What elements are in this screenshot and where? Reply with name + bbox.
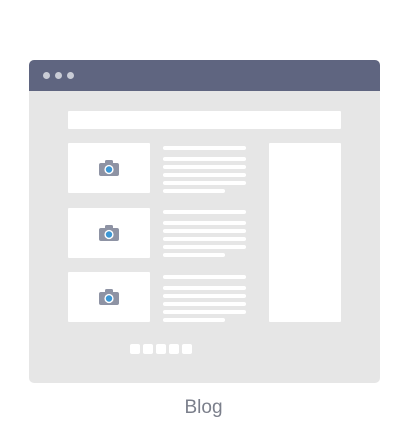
post-text-line — [163, 302, 246, 306]
window-dot-icon[interactable] — [43, 72, 50, 79]
window-dot-icon[interactable] — [55, 72, 62, 79]
post-text-line — [163, 173, 246, 177]
post-thumbnail[interactable] — [68, 143, 150, 193]
post-text-line — [163, 157, 246, 161]
pagination-item[interactable] — [143, 344, 153, 354]
post-thumbnail[interactable] — [68, 208, 150, 258]
window-dot-icon[interactable] — [67, 72, 74, 79]
camera-icon — [99, 160, 119, 176]
camera-icon — [99, 225, 119, 241]
camera-icon — [99, 289, 119, 305]
post-text-line — [163, 181, 246, 185]
browser-window — [29, 60, 380, 383]
post-text-line — [163, 237, 246, 241]
window-titlebar — [29, 60, 380, 91]
blog-header-placeholder — [68, 111, 341, 129]
pagination-item[interactable] — [182, 344, 192, 354]
post-text-line — [163, 253, 225, 257]
pagination-item[interactable] — [156, 344, 166, 354]
post-text-line — [163, 294, 246, 298]
sidebar-placeholder — [269, 143, 341, 322]
post-text-line — [163, 189, 225, 193]
pagination-item[interactable] — [130, 344, 140, 354]
post-text-line — [163, 229, 246, 233]
pagination-item[interactable] — [169, 344, 179, 354]
post-title-line — [163, 146, 246, 150]
post-title-line — [163, 275, 246, 279]
post-title-line — [163, 210, 246, 214]
post-text-line — [163, 221, 246, 225]
post-text-line — [163, 310, 246, 314]
post-text-line — [163, 318, 225, 322]
post-thumbnail[interactable] — [68, 272, 150, 322]
post-text-line — [163, 245, 246, 249]
layout-caption: Blog — [184, 397, 223, 418]
post-text-line — [163, 286, 246, 290]
post-text-line — [163, 165, 246, 169]
